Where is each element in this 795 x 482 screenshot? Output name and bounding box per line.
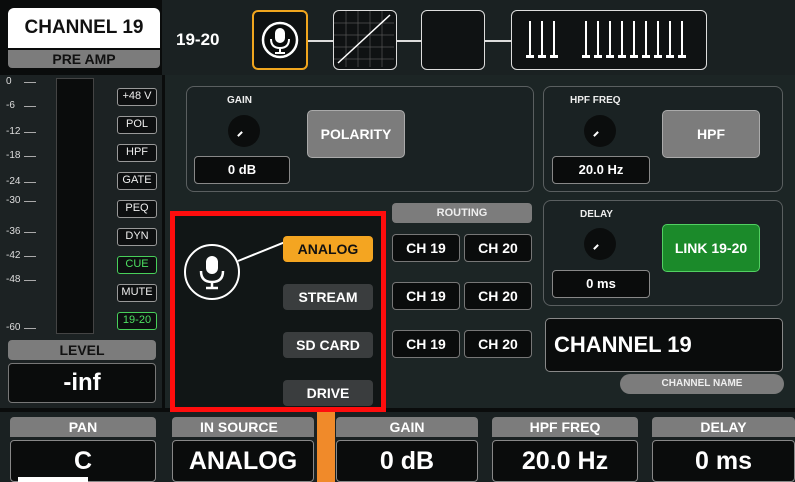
hpf-button[interactable]: HPF xyxy=(662,110,760,158)
peq-button[interactable]: PEQ xyxy=(117,200,157,218)
scale-label: -18 xyxy=(6,150,21,161)
channel-name-label: CHANNEL NAME xyxy=(620,374,784,394)
in-source-value[interactable]: ANALOG xyxy=(172,440,314,482)
route-ch20-button[interactable]: CH 20 xyxy=(464,234,532,262)
scale-label: -12 xyxy=(6,126,21,137)
source-sdcard-button[interactable]: SD CARD xyxy=(283,332,373,358)
mute-button[interactable]: MUTE xyxy=(117,284,157,302)
route-ch19-button[interactable]: CH 19 xyxy=(392,330,460,358)
hpf-freq-value[interactable]: 20.0 Hz xyxy=(552,156,650,184)
gain-knob[interactable] xyxy=(228,115,260,147)
polarity-button[interactable]: POLARITY xyxy=(307,110,405,158)
selection-marker xyxy=(317,412,335,482)
eq-faders-icon xyxy=(526,21,686,58)
cue-button[interactable]: CUE xyxy=(117,256,157,274)
polarity-side-button[interactable]: POL xyxy=(117,116,157,134)
nav-hpf-button[interactable] xyxy=(333,10,397,70)
mic-icon xyxy=(261,21,299,59)
nav-connector xyxy=(308,40,333,42)
source-drive-button[interactable]: DRIVE xyxy=(283,380,373,406)
route-ch20-button[interactable]: CH 20 xyxy=(464,282,532,310)
dyn-button[interactable]: DYN xyxy=(117,228,157,246)
scale-label: -60 xyxy=(6,322,21,333)
input-source-mic-icon xyxy=(184,244,240,300)
hpf-side-button[interactable]: HPF xyxy=(117,144,157,162)
hpf-bottom-label: HPF FREQ xyxy=(492,417,638,437)
hpf-bottom-value[interactable]: 20.0 Hz xyxy=(492,440,638,482)
scale-tick xyxy=(24,156,36,157)
delay-bottom-value[interactable]: 0 ms xyxy=(652,440,795,482)
in-source-label: IN SOURCE xyxy=(172,417,314,437)
hpf-freq-label: HPF FREQ xyxy=(570,95,621,106)
scale-label: -36 xyxy=(6,226,21,237)
preamp-tab[interactable]: PRE AMP xyxy=(8,50,160,68)
scale-tick xyxy=(24,82,36,83)
pan-indicator xyxy=(18,477,88,482)
level-meter xyxy=(56,78,94,334)
scale-label: 0 xyxy=(6,76,12,87)
delay-bottom-label: DELAY xyxy=(652,417,795,437)
scale-tick xyxy=(24,280,36,281)
scale-tick xyxy=(24,328,36,329)
nav-preamp-button[interactable] xyxy=(252,10,308,70)
pan-value[interactable]: C xyxy=(10,440,156,482)
route-ch19-button[interactable]: CH 19 xyxy=(392,234,460,262)
routing-label: ROUTING xyxy=(392,203,532,223)
hpf-curve-icon xyxy=(334,11,394,67)
phantom-48v-button[interactable]: +48 V xyxy=(117,88,157,106)
scale-tick xyxy=(24,182,36,183)
nav-dynamics-button[interactable] xyxy=(421,10,485,70)
scale-tick xyxy=(24,132,36,133)
scale-label: -24 xyxy=(6,176,21,187)
source-stream-button[interactable]: STREAM xyxy=(283,284,373,310)
pan-label: PAN xyxy=(10,417,156,437)
level-value: -inf xyxy=(8,363,156,403)
scale-tick xyxy=(24,106,36,107)
level-label: LEVEL xyxy=(8,340,156,360)
gain-value[interactable]: 0 dB xyxy=(194,156,290,184)
nav-connector xyxy=(397,40,421,42)
scale-label: -30 xyxy=(6,195,21,206)
channel-title[interactable]: CHANNEL 19 xyxy=(8,8,160,48)
link-pair-button[interactable]: 19-20 xyxy=(117,312,157,330)
hpf-knob[interactable] xyxy=(584,115,616,147)
gain-bottom-label: GAIN xyxy=(336,417,478,437)
nav-eq-button[interactable] xyxy=(511,10,707,70)
channel-name-field[interactable]: CHANNEL 19 xyxy=(545,318,783,372)
route-ch20-button[interactable]: CH 20 xyxy=(464,330,532,358)
delay-label: DELAY xyxy=(580,209,613,220)
gain-bottom-value[interactable]: 0 dB xyxy=(336,440,478,482)
scale-label: -42 xyxy=(6,250,21,261)
gate-button[interactable]: GATE xyxy=(117,172,157,190)
scale-tick xyxy=(24,201,36,202)
nav-connector xyxy=(485,40,511,42)
source-analog-button[interactable]: ANALOG xyxy=(283,236,373,262)
gain-label: GAIN xyxy=(227,95,252,106)
route-ch19-button[interactable]: CH 19 xyxy=(392,282,460,310)
scale-label: -6 xyxy=(6,100,15,111)
scale-tick xyxy=(24,232,36,233)
delay-value[interactable]: 0 ms xyxy=(552,270,650,298)
delay-knob[interactable] xyxy=(584,228,616,260)
scale-tick xyxy=(24,256,36,257)
channel-pair-label: 19-20 xyxy=(176,30,220,49)
link-button[interactable]: LINK 19-20 xyxy=(662,224,760,272)
scale-label: -48 xyxy=(6,274,21,285)
